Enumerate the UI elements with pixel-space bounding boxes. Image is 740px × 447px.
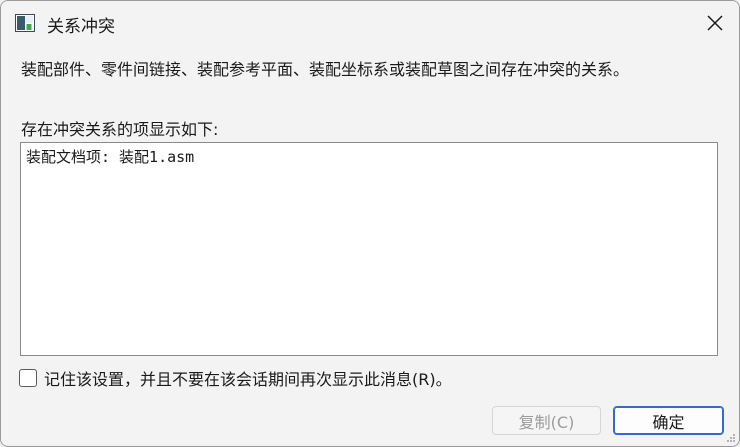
dialog-title: 关系冲突 xyxy=(47,17,115,37)
remember-checkbox[interactable] xyxy=(19,369,37,387)
remember-checkbox-label[interactable]: 记住该设置，并且不要在该会话期间再次显示此消息(R)。 xyxy=(44,366,452,390)
copy-button[interactable]: 复制(C) xyxy=(492,406,601,435)
conflict-listbox[interactable]: 装配文档项: 装配1.asm xyxy=(20,142,718,356)
list-label: 存在冲突关系的项显示如下: xyxy=(21,120,219,139)
close-button[interactable] xyxy=(691,1,739,45)
app-icon xyxy=(15,14,35,32)
dialog-window: 关系冲突 装配部件、零件间链接、装配参考平面、装配坐标系或装配草图之间存在冲突的… xyxy=(0,0,740,447)
close-icon xyxy=(707,15,723,31)
title-bar: 关系冲突 xyxy=(1,1,739,45)
remember-setting-option[interactable]: 记住该设置，并且不要在该会话期间再次显示此消息(R)。 xyxy=(19,367,452,389)
message-text: 装配部件、零件间链接、装配参考平面、装配坐标系或装配草图之间存在冲突的关系。 xyxy=(21,60,630,79)
list-item[interactable]: 装配文档项: 装配1.asm xyxy=(26,146,194,167)
resize-grip-icon[interactable] xyxy=(726,433,736,443)
ok-button[interactable]: 确定 xyxy=(613,406,724,435)
